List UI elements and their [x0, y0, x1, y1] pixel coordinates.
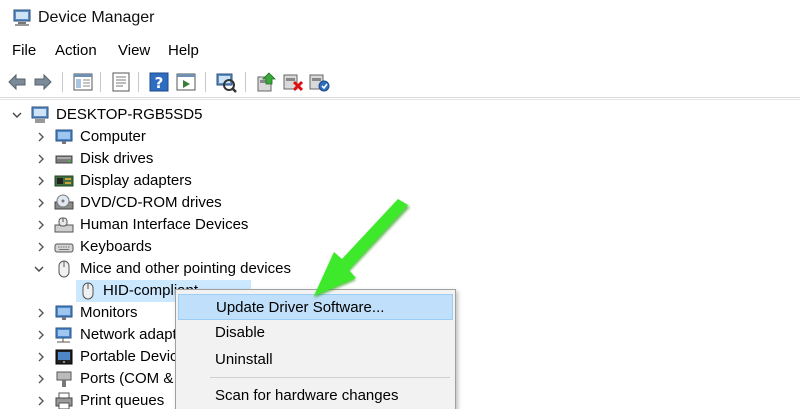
menu-bar: File Action View Help [0, 38, 800, 66]
menu-item-disable[interactable]: Disable [178, 320, 453, 346]
tree-item-keyboards[interactable]: Keyboards [0, 236, 300, 258]
portable-device-icon [55, 349, 73, 365]
toolbar-separator [62, 72, 63, 92]
tree-item-mice[interactable]: Mice and other pointing devices [0, 258, 320, 280]
menu-item-label: Update Driver Software... [216, 299, 385, 316]
tree-root[interactable]: DESKTOP-RGB5SD5 [0, 104, 300, 126]
menu-item-uninstall[interactable]: Uninstall [178, 347, 453, 373]
display-adapter-icon [54, 175, 74, 187]
tree-item-label: Print queues [80, 392, 165, 409]
keyboard-icon [54, 243, 74, 253]
menu-item-label: Scan for hardware changes [215, 387, 399, 404]
tree-item-dvd-drives[interactable]: DVD/CD-ROM drives [0, 192, 300, 214]
tree-item-label: Computer [80, 128, 146, 145]
tree-item-label: Monitors [80, 304, 138, 321]
network-adapter-icon [55, 327, 72, 343]
tree-item-label: DVD/CD-ROM drives [80, 194, 222, 211]
chevron-right-icon[interactable] [34, 372, 48, 386]
menu-item-label: Disable [215, 324, 266, 341]
toolbar-separator [205, 72, 206, 92]
show-hide-tree-icon[interactable] [72, 71, 94, 93]
chevron-right-icon[interactable] [34, 130, 48, 144]
tree-item-label: Human Interface Devices [80, 216, 249, 233]
properties-icon[interactable] [110, 71, 132, 93]
forward-icon[interactable] [32, 71, 54, 93]
menu-action[interactable]: Action [55, 42, 97, 59]
tree-item-hid[interactable]: Human Interface Devices [0, 214, 300, 236]
tree-item-label: Display adapters [80, 172, 192, 189]
menu-help[interactable]: Help [168, 42, 199, 59]
enable-device-icon[interactable] [308, 71, 330, 93]
tree-root-label: DESKTOP-RGB5SD5 [56, 106, 203, 123]
chevron-down-icon[interactable] [10, 108, 24, 122]
toolbar-separator [100, 72, 101, 92]
tree-item-label: Portable Devic [80, 348, 178, 365]
chevron-right-icon[interactable] [34, 240, 48, 254]
context-menu: Update Driver Software... Disable Uninst… [175, 289, 456, 409]
tree-item-label: Network adapt [80, 326, 177, 343]
chevron-right-icon[interactable] [34, 306, 48, 320]
menu-item-update-driver[interactable]: Update Driver Software... [178, 294, 453, 320]
tree-item-computer[interactable]: Computer [0, 126, 300, 148]
menu-file[interactable]: File [12, 42, 36, 59]
port-icon [56, 371, 72, 387]
tree-item-label: Mice and other pointing devices [80, 260, 291, 277]
dvd-drive-icon [54, 194, 74, 210]
update-driver-icon[interactable] [255, 71, 277, 93]
uninstall-icon[interactable] [282, 71, 304, 93]
chevron-right-icon[interactable] [34, 152, 48, 166]
tree-item-disk-drives[interactable]: Disk drives [0, 148, 300, 170]
chevron-right-icon[interactable] [34, 328, 48, 342]
back-icon[interactable] [6, 71, 28, 93]
menu-item-scan-hardware[interactable]: Scan for hardware changes [178, 383, 453, 409]
printer-icon [55, 392, 73, 409]
menu-item-label: Uninstall [215, 351, 273, 368]
chevron-right-icon[interactable] [34, 394, 48, 408]
monitor-icon [55, 129, 73, 144]
menu-view[interactable]: View [118, 42, 150, 59]
mouse-icon [82, 282, 94, 300]
chevron-right-icon[interactable] [34, 196, 48, 210]
chevron-right-icon[interactable] [34, 350, 48, 364]
tree-item-label: Keyboards [80, 238, 152, 255]
toolbar-separator [245, 72, 246, 92]
device-manager-icon [13, 9, 31, 26]
help-icon[interactable]: ? [148, 71, 170, 93]
toolbar: ? [0, 66, 800, 98]
hid-icon [54, 217, 74, 233]
menu-separator [210, 377, 450, 378]
tree-item-display-adapters[interactable]: Display adapters [0, 170, 300, 192]
chevron-right-icon[interactable] [34, 174, 48, 188]
title-bar: Device Manager [0, 0, 800, 38]
mouse-icon [58, 260, 70, 278]
tree-item-label: Disk drives [80, 150, 154, 167]
scan-hardware-icon[interactable] [215, 71, 237, 93]
chevron-right-icon[interactable] [34, 218, 48, 232]
chevron-down-icon[interactable] [32, 262, 46, 276]
tree-item-label: Ports (COM & [80, 370, 174, 387]
window-title: Device Manager [38, 9, 155, 26]
view-icon[interactable] [175, 71, 197, 93]
computer-icon [31, 106, 49, 123]
svg-text:?: ? [155, 74, 164, 92]
monitor-icon [55, 305, 73, 320]
disk-drive-icon [55, 155, 73, 164]
toolbar-separator [138, 72, 139, 92]
